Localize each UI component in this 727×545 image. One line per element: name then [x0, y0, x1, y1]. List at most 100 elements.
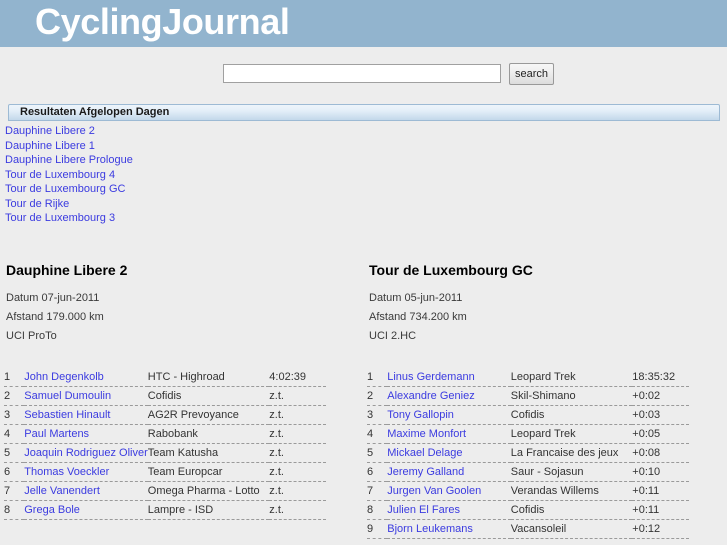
table-row: 9 Bjorn Leukemans Vacansoleil +0:12: [367, 519, 689, 539]
rider-link[interactable]: Linus Gerdemann: [387, 371, 474, 383]
team-cell: Leopard Trek: [510, 424, 633, 444]
recent-link-3[interactable]: Tour de Luxembourg 4: [5, 168, 727, 183]
recent-link-2[interactable]: Dauphine Libere Prologue: [5, 153, 727, 168]
results-table-body: 1 John Degenkolb HTC - Highroad 4:02:39 …: [4, 367, 326, 520]
rank-cell: 1: [367, 367, 388, 387]
time-cell: z.t.: [269, 443, 326, 463]
recent-results-section: Resultaten Afgelopen Dagen: [0, 100, 727, 121]
results-table-body: 1 Linus Gerdemann Leopard Trek 18:35:32 …: [367, 367, 689, 539]
rider-cell: Sebastien Hinault: [24, 405, 148, 425]
rider-cell: Mickael Delage: [387, 443, 511, 463]
race-distance: Afstand 179.000 km: [6, 310, 104, 323]
table-row: 7 Jelle Vanendert Omega Pharma - Lotto z…: [4, 481, 326, 501]
time-cell: +0:11: [632, 481, 689, 501]
rider-link[interactable]: Grega Bole: [24, 504, 80, 516]
table-row: 6 Thomas Voeckler Team Europcar z.t.: [4, 462, 326, 482]
rider-cell: Julien El Fares: [387, 500, 511, 520]
rider-link[interactable]: Jeremy Galland: [387, 466, 464, 478]
recent-results-title: Resultaten Afgelopen Dagen: [20, 106, 170, 118]
table-row: 1 John Degenkolb HTC - Highroad 4:02:39: [4, 367, 326, 387]
team-cell: Omega Pharma - Lotto: [147, 481, 270, 501]
race-class: UCI ProTo: [6, 329, 57, 342]
rider-cell: Samuel Dumoulin: [24, 386, 148, 406]
rider-link[interactable]: Bjorn Leukemans: [387, 523, 473, 535]
rider-cell: Linus Gerdemann: [387, 367, 511, 387]
rider-link[interactable]: Sebastien Hinault: [24, 409, 110, 421]
rank-cell: 6: [4, 462, 25, 482]
rider-link[interactable]: John Degenkolb: [24, 371, 104, 383]
rider-link[interactable]: Jelle Vanendert: [24, 485, 100, 497]
team-cell: Leopard Trek: [510, 367, 633, 387]
time-cell: z.t.: [269, 386, 326, 406]
rider-cell: Tony Gallopin: [387, 405, 511, 425]
time-cell: z.t.: [269, 481, 326, 501]
rider-link[interactable]: Samuel Dumoulin: [24, 390, 111, 402]
recent-link-5[interactable]: Tour de Rijke: [5, 197, 727, 212]
rider-link[interactable]: Jurgen Van Goolen: [387, 485, 481, 497]
table-row: 5 Mickael Delage La Francaise des jeux +…: [367, 443, 689, 463]
time-cell: +0:11: [632, 500, 689, 520]
time-cell: +0:02: [632, 386, 689, 406]
recent-link-4[interactable]: Tour de Luxembourg GC: [5, 182, 727, 197]
rider-link[interactable]: Mickael Delage: [387, 447, 462, 459]
team-cell: Cofidis: [147, 386, 270, 406]
rider-cell: Jelle Vanendert: [24, 481, 148, 501]
search-input[interactable]: [223, 64, 501, 83]
rider-cell: Paul Martens: [24, 424, 148, 444]
rank-cell: 2: [4, 386, 25, 406]
team-cell: La Francaise des jeux: [510, 443, 633, 463]
race-date: Datum 07-jun-2011: [6, 291, 100, 304]
table-row: 3 Tony Gallopin Cofidis +0:03: [367, 405, 689, 425]
time-cell: +0:03: [632, 405, 689, 425]
result-panel-0: Dauphine Libere 2 Datum 07-jun-2011 Afst…: [4, 262, 364, 539]
race-class: UCI 2.HC: [369, 329, 417, 342]
race-title: Tour de Luxembourg GC: [369, 261, 533, 278]
rank-cell: 7: [4, 481, 25, 501]
time-cell: 18:35:32: [632, 367, 689, 387]
rider-link[interactable]: Julien El Fares: [387, 504, 460, 516]
rider-link[interactable]: Maxime Monfort: [387, 428, 466, 440]
race-distance: Afstand 734.200 km: [369, 310, 467, 323]
rider-link[interactable]: Tony Gallopin: [387, 409, 454, 421]
recent-link-0[interactable]: Dauphine Libere 2: [5, 124, 727, 139]
time-cell: z.t.: [269, 405, 326, 425]
search-button[interactable]: search: [509, 62, 554, 85]
results-table: 1 Linus Gerdemann Leopard Trek 18:35:32 …: [367, 367, 689, 539]
time-cell: +0:08: [632, 443, 689, 463]
table-row: 6 Jeremy Galland Saur - Sojasun +0:10: [367, 462, 689, 482]
team-cell: Rabobank: [147, 424, 270, 444]
result-panel-1: Tour de Luxembourg GC Datum 05-jun-2011 …: [364, 262, 724, 539]
recent-results-title-bar: Resultaten Afgelopen Dagen: [8, 104, 720, 121]
rider-cell: Maxime Monfort: [387, 424, 511, 444]
rank-cell: 4: [367, 424, 388, 444]
rank-cell: 9: [367, 519, 388, 539]
recent-link-1[interactable]: Dauphine Libere 1: [5, 139, 727, 154]
rider-cell: Jeremy Galland: [387, 462, 511, 482]
race-date: Datum 05-jun-2011: [369, 291, 463, 304]
time-cell: 4:02:39: [269, 367, 326, 387]
team-cell: Saur - Sojasun: [510, 462, 633, 482]
rider-cell: Alexandre Geniez: [387, 386, 511, 406]
rank-cell: 3: [367, 405, 388, 425]
time-cell: z.t.: [269, 462, 326, 482]
rank-cell: 5: [367, 443, 388, 463]
time-cell: +0:10: [632, 462, 689, 482]
rider-link[interactable]: Alexandre Geniez: [387, 390, 474, 402]
rider-link[interactable]: Thomas Voeckler: [24, 466, 109, 478]
results-table: 1 John Degenkolb HTC - Highroad 4:02:39 …: [4, 367, 326, 520]
time-cell: +0:05: [632, 424, 689, 444]
table-row: 8 Grega Bole Lampre - ISD z.t.: [4, 500, 326, 520]
site-brand-title: CyclingJournal: [35, 1, 290, 42]
recent-link-6[interactable]: Tour de Luxembourg 3: [5, 211, 727, 226]
time-cell: z.t.: [269, 424, 326, 444]
rider-link[interactable]: Paul Martens: [24, 428, 89, 440]
team-cell: Cofidis: [510, 500, 633, 520]
results-columns: Dauphine Libere 2 Datum 07-jun-2011 Afst…: [0, 262, 727, 539]
rider-link[interactable]: Joaquin Rodriguez Oliver: [24, 447, 148, 459]
rank-cell: 8: [367, 500, 388, 520]
rank-cell: 5: [4, 443, 25, 463]
team-cell: Skil-Shimano: [510, 386, 633, 406]
team-cell: Vacansoleil: [510, 519, 633, 539]
rank-cell: 2: [367, 386, 388, 406]
rank-cell: 3: [4, 405, 25, 425]
